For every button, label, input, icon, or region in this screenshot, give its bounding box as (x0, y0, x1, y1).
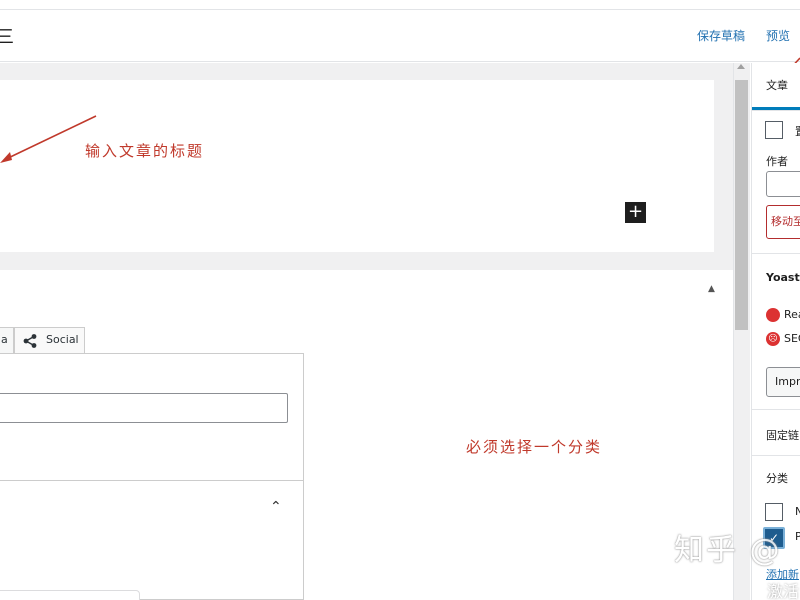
sidebar-separator (752, 253, 800, 254)
seo-sad-face-icon: ☹ (766, 332, 780, 346)
tab-divider (0, 480, 304, 481)
title-arrow-head (0, 152, 12, 163)
author-label: 作者 (766, 155, 788, 168)
sticky-checkbox[interactable] (765, 121, 783, 139)
scrollbar-thumb[interactable] (735, 80, 748, 330)
share-icon (23, 334, 37, 348)
category-label: N (795, 505, 800, 518)
zhihu-watermark: 知乎 @ (674, 533, 782, 568)
sidebar-separator (752, 455, 800, 456)
social-tab-content (0, 353, 304, 600)
seo-label: SEO (784, 332, 800, 345)
sidebar-separator (752, 409, 800, 410)
collapse-arrow-icon[interactable]: ▲ (708, 284, 715, 294)
yoast-panel-title[interactable]: Yoast S (766, 271, 800, 284)
annotation-enter-title: 输入文章的标题 (85, 142, 205, 160)
category-label: P (795, 530, 800, 543)
bottom-card (0, 590, 140, 600)
readability-label: Rea (784, 308, 800, 321)
permalink-panel-title[interactable]: 固定链 (766, 427, 799, 443)
social-title-input[interactable] (0, 393, 288, 423)
tab-social[interactable]: Social (14, 327, 85, 353)
chevron-up-icon[interactable]: ⌃ (270, 499, 282, 515)
author-select[interactable] (766, 171, 800, 197)
annotation-select-category: 必须选择一个分类 (466, 438, 603, 456)
tab-document[interactable]: 文章 (766, 77, 788, 93)
scroll-up-arrow-icon[interactable] (737, 64, 745, 69)
improve-button[interactable]: Impro (766, 367, 800, 397)
title-arrow-line (3, 115, 97, 161)
sidebar-separator (752, 110, 800, 111)
category-checkbox[interactable] (765, 503, 783, 521)
readability-status-icon (766, 308, 780, 322)
tab-schema[interactable]: a (0, 327, 14, 353)
settings-sidebar: 文章 置 作者 移动至 Yoast S Rea ☹ SEO Impro 固定链 … (751, 63, 800, 600)
sticky-label: 置 (795, 123, 800, 139)
tab-social-label: Social (46, 333, 79, 346)
tab-label: a (1, 333, 8, 346)
categories-panel-title[interactable]: 分类 (766, 470, 788, 486)
watermark-sub: 激活 (767, 582, 800, 600)
move-to-trash-button[interactable]: 移动至 (766, 205, 800, 239)
